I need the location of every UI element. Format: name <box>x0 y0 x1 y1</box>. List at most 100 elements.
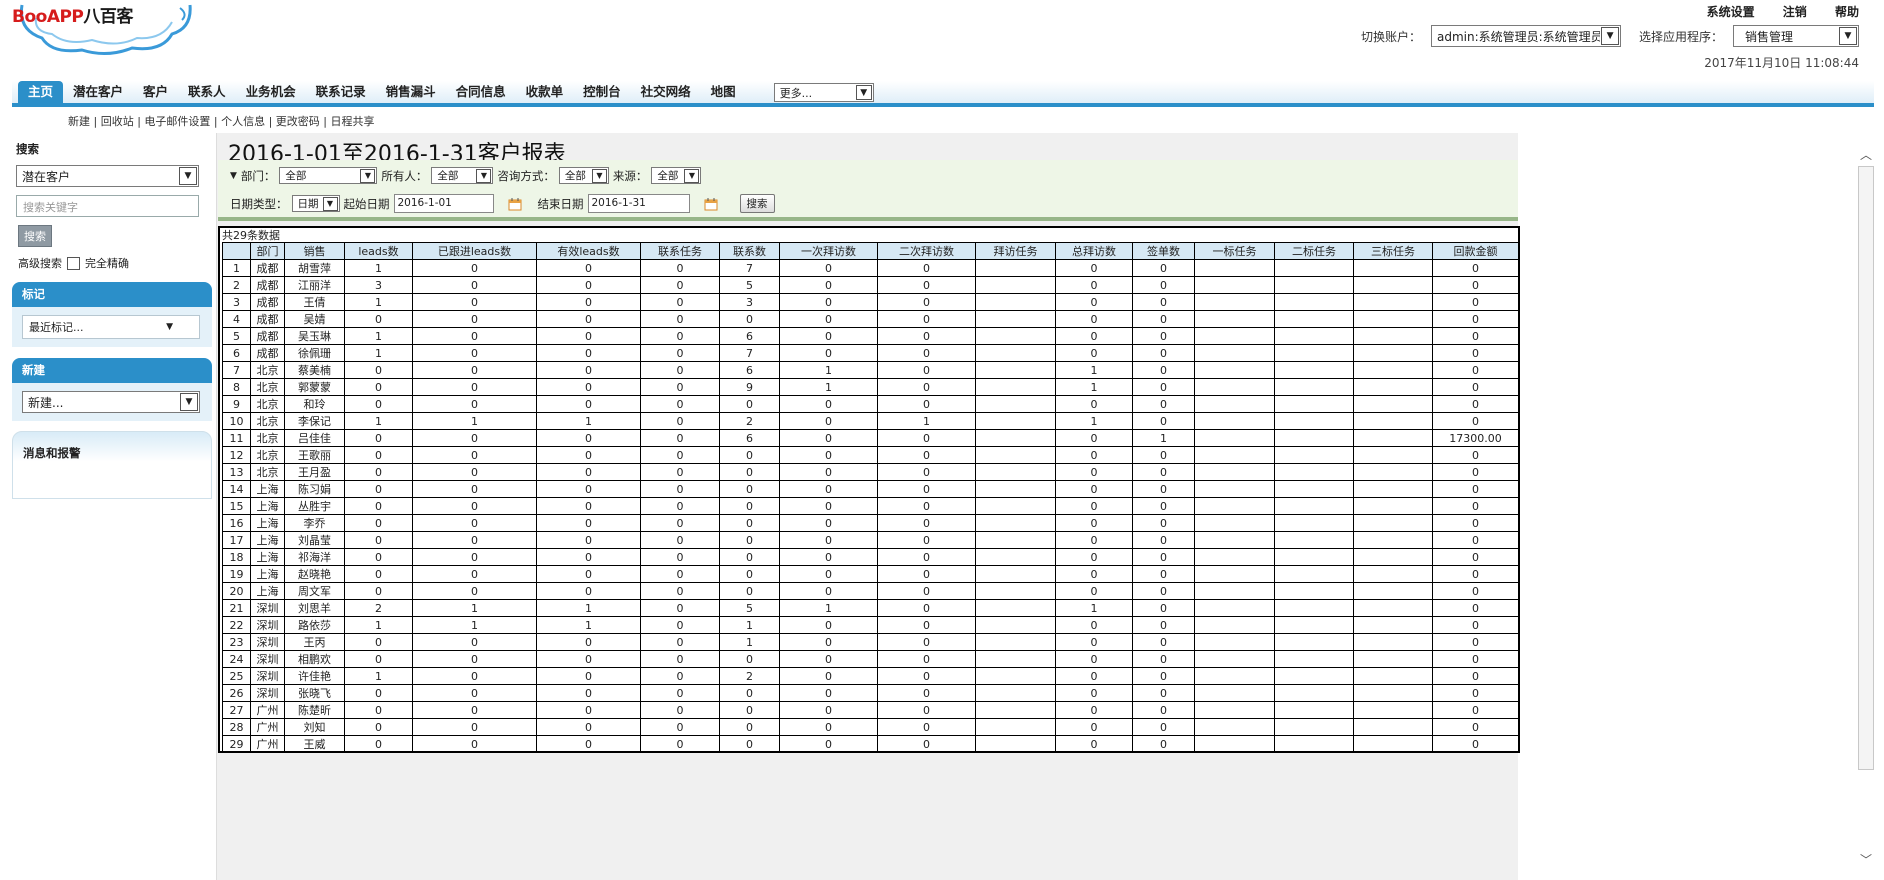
table-cell: 广州 <box>250 718 285 736</box>
logo-cn: 八百客 <box>83 7 133 27</box>
table-cell: 0 <box>412 565 537 583</box>
table-cell: 0 <box>877 701 976 719</box>
table-cell: 6 <box>719 429 780 447</box>
start-date-input[interactable]: 2016-1-01 <box>393 194 494 213</box>
dept-select[interactable]: 全部 ▼ <box>279 167 378 184</box>
table-cell: 0 <box>640 412 720 430</box>
table-cell <box>1194 480 1275 498</box>
table-cell: 0 <box>877 582 976 600</box>
table-row: 27 广州 陈楚昕 0 0 0 0 0 0 0 0 0 0 <box>222 701 1519 719</box>
chevron-down-icon: ▼ <box>1601 27 1619 45</box>
search-button[interactable]: 搜索 <box>18 225 52 247</box>
table-cell: 0 <box>719 395 780 413</box>
table-row: 16 上海 李乔 0 0 0 0 0 0 0 0 0 0 <box>222 514 1519 532</box>
system-settings-link[interactable]: 系统设置 <box>1707 5 1755 19</box>
search-scope-select[interactable]: 潜在客户 ▼ <box>16 165 199 187</box>
messages-title: 消息和报警 <box>23 446 81 460</box>
table-cell: 0 <box>1055 310 1133 328</box>
consult-select-value: 全部 <box>564 170 586 182</box>
owner-select[interactable]: 全部 ▼ <box>431 167 494 184</box>
table-cell: 13 <box>222 463 251 481</box>
table-cell <box>975 293 1056 311</box>
table-row: 14 上海 陈习娟 0 0 0 0 0 0 0 0 0 0 <box>222 480 1519 498</box>
date-type-select[interactable]: 日期 ▼ <box>291 195 340 212</box>
table-cell: 0 <box>1132 344 1195 362</box>
tab-contracts[interactable]: 合同信息 <box>446 81 516 103</box>
table-cell: 0 <box>1132 327 1195 345</box>
tab-social[interactable]: 社交网络 <box>631 81 701 103</box>
sub-nav[interactable]: 新建 | 回收站 | 电子邮件设置 | 个人信息 | 更改密码 | 日程共享 <box>68 113 375 129</box>
table-cell: 0 <box>877 429 976 447</box>
app-select-label: 选择应用程序： <box>1638 29 1723 44</box>
table-cell: 0 <box>1132 259 1195 277</box>
table-cell: 0 <box>1432 293 1519 311</box>
table-cell: 0 <box>1132 531 1195 549</box>
app-select[interactable]: 销售管理 ▼ <box>1733 25 1859 47</box>
search-input[interactable]: 搜索关键字 <box>16 195 199 217</box>
tab-console[interactable]: 控制台 <box>573 81 631 103</box>
scroll-down-icon[interactable]: ﹀ <box>1858 852 1874 868</box>
tab-leads[interactable]: 潜在客户 <box>63 81 133 103</box>
help-link[interactable]: 帮助 <box>1835 5 1859 19</box>
table-cell: 0 <box>1132 446 1195 464</box>
consult-select[interactable]: 全部 ▼ <box>558 167 609 184</box>
exact-match-checkbox[interactable] <box>67 256 80 270</box>
logout-link[interactable]: 注销 <box>1783 5 1807 19</box>
table-cell: 0 <box>640 480 720 498</box>
logo[interactable]: BooAPP八百客 <box>12 0 202 58</box>
table-cell: 0 <box>1432 378 1519 396</box>
table-cell <box>1274 412 1354 430</box>
table-cell: 0 <box>640 599 720 617</box>
table-cell: 18 <box>222 548 251 566</box>
account-select[interactable]: admin:系统管理员:系统管理员 ▼ <box>1430 25 1621 47</box>
advanced-search-link[interactable]: 高级搜索 <box>18 255 62 271</box>
column-header: 联系数 <box>719 242 780 260</box>
new-record-select[interactable]: 新建... ▼ <box>22 391 200 413</box>
table-cell: 0 <box>536 276 641 294</box>
table-cell <box>975 633 1056 651</box>
more-tabs-select[interactable]: 更多... ▼ <box>773 83 874 102</box>
tab-opportunities[interactable]: 业务机会 <box>236 81 306 103</box>
table-cell: 6 <box>222 344 251 362</box>
tab-receipts[interactable]: 收款单 <box>516 81 574 103</box>
switch-account-label: 切换账户： <box>1360 29 1421 44</box>
table-cell: 24 <box>222 650 251 668</box>
source-select[interactable]: 全部 ▼ <box>651 167 702 184</box>
table-row: 9 北京 和玲 0 0 0 0 0 0 0 0 0 0 <box>222 395 1519 413</box>
tab-home[interactable]: 主页 <box>18 81 64 103</box>
calendar-icon[interactable] <box>508 197 522 211</box>
table-cell: 0 <box>779 463 878 481</box>
end-date-input[interactable]: 2016-1-31 <box>587 194 690 213</box>
table-cell: 0 <box>1055 514 1133 532</box>
table-cell: 0 <box>719 701 780 719</box>
collapse-triangle-icon[interactable]: ▼ <box>230 171 237 181</box>
scroll-up-icon[interactable]: ︿ <box>1858 147 1874 163</box>
tab-customers[interactable]: 客户 <box>133 81 178 103</box>
table-cell: 0 <box>1055 344 1133 362</box>
table-cell: 4 <box>222 310 251 328</box>
table-cell: 0 <box>1132 548 1195 566</box>
table-cell: 1 <box>344 667 413 685</box>
table-cell: 0 <box>779 293 878 311</box>
table-cell <box>1274 701 1354 719</box>
calendar-icon[interactable] <box>704 197 718 211</box>
table-cell <box>1353 293 1433 311</box>
scrollbar-track[interactable] <box>1858 166 1874 770</box>
table-cell: 刘思羊 <box>284 599 345 617</box>
tab-sales-funnel[interactable]: 销售漏斗 <box>376 81 446 103</box>
table-cell: 0 <box>779 327 878 345</box>
table-cell <box>1194 599 1275 617</box>
tab-map[interactable]: 地图 <box>701 81 746 103</box>
recent-tags-dropdown[interactable]: 最近标记... ▼ <box>22 315 200 339</box>
table-cell: 0 <box>779 480 878 498</box>
table-cell: 0 <box>1432 718 1519 736</box>
report-search-button[interactable]: 搜索 <box>739 194 775 213</box>
tab-contact-records[interactable]: 联系记录 <box>306 81 376 103</box>
chevron-down-icon: ▼ <box>180 393 198 411</box>
tab-contacts[interactable]: 联系人 <box>178 81 236 103</box>
table-cell <box>1274 650 1354 668</box>
table-cell: 北京 <box>250 395 285 413</box>
column-header: 有效leads数 <box>536 242 641 260</box>
table-cell: 0 <box>877 667 976 685</box>
exact-match-label: 完全精确 <box>85 257 129 270</box>
